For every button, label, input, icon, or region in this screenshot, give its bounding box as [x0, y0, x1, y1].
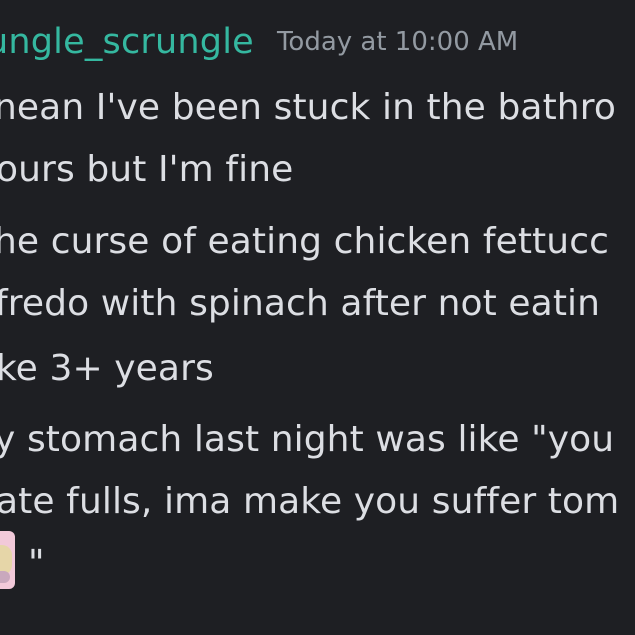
message-timestamp[interactable]: Today at 10:00 AM: [277, 27, 518, 57]
message-text-line: ke 3+ years: [0, 348, 214, 389]
custom-emoji-icon[interactable]: [0, 531, 15, 589]
chat-message: ungle_scrungle Today at 10:00 AM nean I'…: [0, 0, 635, 635]
message-text-line: he curse of eating chicken fettucc: [0, 221, 609, 262]
message-text-line: fredo with spinach after not eatin: [0, 283, 601, 324]
emoji-shape: [0, 571, 10, 583]
username[interactable]: ungle_scrungle: [0, 22, 254, 62]
message-text-line: nean I've been stuck in the bathro: [0, 87, 616, 128]
message-text-line: ate fulls, ima make you suffer tom: [0, 481, 620, 522]
message-text-line: y stomach last night was like "you: [0, 419, 615, 460]
message-text-line: ": [28, 543, 45, 584]
message-text-line: ours but I'm fine: [0, 149, 294, 190]
message-header: ungle_scrungle Today at 10:00 AM: [0, 22, 518, 62]
